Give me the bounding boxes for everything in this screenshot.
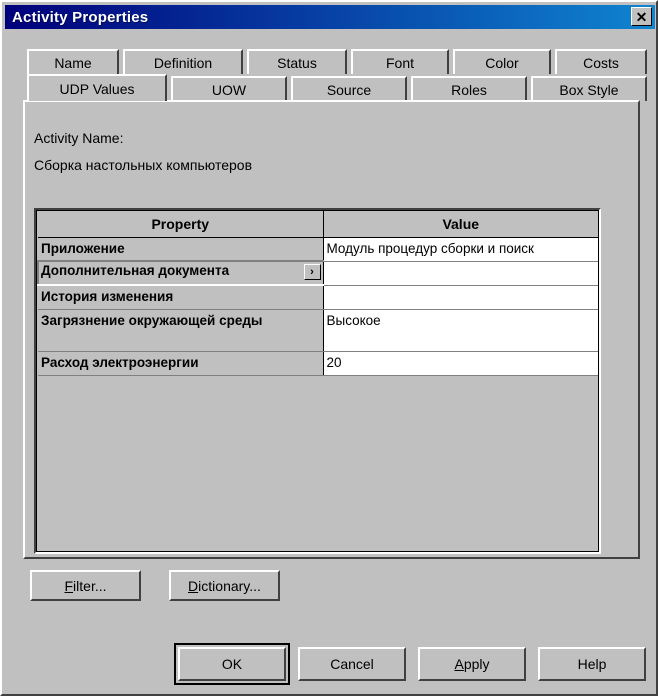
help-button-label: Help — [577, 656, 607, 672]
table-filler — [38, 375, 598, 380]
cancel-button[interactable]: Cancel — [298, 647, 406, 681]
value-cell[interactable]: Высокое — [323, 309, 598, 352]
tab-label: Name — [54, 54, 92, 71]
property-cell-text: История изменения — [41, 289, 174, 304]
apply-button-label: Apply — [454, 656, 489, 672]
filter-accel-char: F — [64, 577, 74, 594]
value-cell-text: 20 — [326, 354, 342, 370]
value-cell-text: Модуль процедур сборки и поиск — [326, 240, 534, 256]
title-bar[interactable]: Activity Properties ✕ — [5, 5, 655, 29]
property-cell[interactable]: Расход электроэнергии — [38, 351, 324, 376]
value-cell[interactable] — [323, 285, 598, 310]
tab-font[interactable]: Font — [351, 49, 449, 74]
value-cell[interactable]: 20 — [323, 351, 598, 376]
filter-button-label: Filter... — [64, 578, 106, 594]
tab-strip-row-1: Name Definition Status Font Color Costs — [27, 49, 647, 74]
dialog-button-bar: OK Cancel Apply Help — [2, 643, 658, 685]
table-row[interactable]: История изменения — [38, 285, 598, 310]
tab-source[interactable]: Source — [291, 76, 407, 101]
table-row[interactable]: Расход электроэнергии 20 — [38, 351, 598, 376]
table-header-row: Property Value — [38, 211, 598, 238]
expand-chevron-glyph: › — [310, 265, 314, 278]
close-glyph: ✕ — [635, 8, 648, 25]
property-value-table: Property Value Приложение Модуль процедур… — [37, 211, 598, 380]
dictionary-button[interactable]: Dictionary... — [169, 570, 280, 601]
tab-status[interactable]: Status — [247, 49, 347, 74]
tab-definition[interactable]: Definition — [123, 49, 243, 74]
tab-label: Box Style — [559, 81, 619, 98]
table-body: Приложение Модуль процедур сборки и поиск… — [37, 237, 598, 380]
tab-costs[interactable]: Costs — [555, 49, 647, 74]
table-row[interactable]: Приложение Модуль процедур сборки и поиск — [38, 237, 598, 262]
tab-label: Source — [326, 81, 372, 98]
value-cell[interactable] — [323, 261, 598, 286]
tab-label: Color — [485, 54, 519, 71]
property-cell[interactable]: Загрязнение окружающей среды — [38, 309, 324, 352]
udp-property-grid-inner: Property Value Приложение Модуль процедур… — [36, 210, 599, 552]
dictionary-accel-char: D — [188, 577, 199, 594]
property-cell[interactable]: Приложение — [38, 237, 324, 262]
tab-label: Status — [277, 54, 317, 71]
value-cell-text: Высокое — [326, 312, 381, 328]
tab-color[interactable]: Color — [453, 49, 551, 74]
dictionary-label-rest: ictionary... — [198, 577, 261, 594]
property-cell-text: Дополнительная документа — [41, 263, 230, 278]
filter-button[interactable]: Filter... — [30, 570, 141, 601]
activity-name-value: Сборка настольных компьютеров — [34, 157, 253, 173]
tab-name[interactable]: Name — [27, 49, 119, 74]
property-cell[interactable]: Дополнительная документа › — [37, 260, 324, 286]
table-header: Property Value — [38, 211, 598, 238]
tab-label: UOW — [211, 81, 247, 98]
activity-properties-dialog: Activity Properties ✕ Name Definition Stat… — [0, 0, 658, 696]
tab-label: UDP Values — [59, 80, 135, 97]
property-cell-text: Расход электроэнергии — [41, 354, 199, 370]
tab-strip-row-2: UDP Values UOW Source Roles Box Style — [27, 74, 647, 101]
tab-roles[interactable]: Roles — [411, 76, 527, 101]
udp-values-tab-page: Activity Name: Сборка настольных компьют… — [23, 100, 640, 559]
help-button[interactable]: Help — [538, 647, 646, 681]
close-icon[interactable]: ✕ — [631, 7, 652, 26]
ok-button-label: OK — [221, 656, 243, 672]
property-cell-text: Приложение — [41, 240, 125, 256]
tab-label: Font — [385, 54, 414, 71]
cancel-button-label: Cancel — [330, 656, 374, 672]
window-title: Activity Properties — [12, 8, 149, 26]
apply-button-accel-char: A — [454, 656, 464, 672]
tab-uow[interactable]: UOW — [171, 76, 287, 101]
tab-label: Costs — [583, 54, 619, 71]
property-cell-text: Загрязнение окружающей среды — [41, 312, 263, 328]
tab-label: Definition — [153, 54, 213, 71]
tab-udp-values[interactable]: UDP Values — [27, 74, 167, 101]
table-row[interactable]: Дополнительная документа › — [37, 260, 598, 286]
ok-button[interactable]: OK — [178, 647, 286, 681]
value-cell[interactable]: Модуль процедур сборки и поиск — [323, 237, 598, 262]
column-header-property[interactable]: Property — [38, 211, 324, 238]
property-cell[interactable]: История изменения — [38, 285, 324, 310]
column-header-value[interactable]: Value — [323, 211, 598, 238]
table-row[interactable]: Загрязнение окружающей среды Высокое — [38, 309, 598, 352]
expand-chevron-icon[interactable]: › — [303, 264, 321, 280]
tab-label: Roles — [451, 81, 487, 98]
apply-button-label-rest: pply — [463, 656, 490, 672]
udp-property-grid: Property Value Приложение Модуль процедур… — [34, 208, 601, 554]
filter-label-rest: ilter... — [73, 577, 107, 594]
tab-box-style[interactable]: Box Style — [531, 76, 647, 101]
apply-button[interactable]: Apply — [418, 647, 526, 681]
dictionary-button-label: Dictionary... — [188, 578, 261, 594]
activity-name-label: Activity Name: — [34, 130, 124, 146]
